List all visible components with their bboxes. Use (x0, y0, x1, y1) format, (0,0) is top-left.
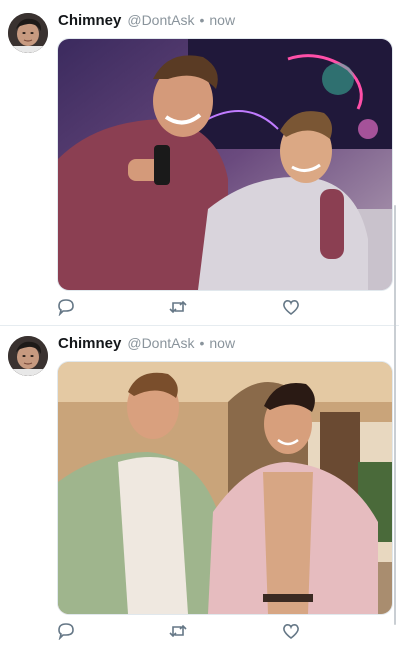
tweet-header: Chimney @DontAsk • now (58, 335, 235, 355)
author-name[interactable]: Chimney (58, 335, 121, 352)
heart-icon[interactable] (281, 298, 301, 316)
avatar[interactable] (8, 13, 48, 53)
separator-dot: • (199, 335, 205, 351)
author-handle[interactable]: @DontAsk (127, 335, 194, 351)
reply-icon[interactable] (56, 622, 76, 641)
reply-icon[interactable] (56, 298, 76, 317)
timestamp[interactable]: now (209, 335, 235, 351)
tweet-actions (56, 298, 316, 317)
retweet-icon[interactable] (168, 298, 188, 316)
tweet[interactable]: Chimney @DontAsk • now (0, 325, 399, 641)
tweet[interactable]: Chimney @DontAsk • now (0, 0, 399, 325)
timestamp[interactable]: now (209, 12, 235, 28)
retweet-icon[interactable] (168, 622, 188, 640)
scrollbar[interactable] (394, 205, 396, 625)
tweet-header: Chimney @DontAsk • now (58, 12, 235, 32)
author-handle[interactable]: @DontAsk (127, 12, 194, 28)
avatar[interactable] (8, 336, 48, 376)
separator-dot: • (199, 12, 205, 28)
heart-icon[interactable] (281, 622, 301, 640)
author-name[interactable]: Chimney (58, 12, 121, 29)
tweet-photo[interactable] (57, 361, 393, 615)
tweet-photo[interactable] (57, 38, 393, 291)
tweet-actions (56, 622, 316, 641)
